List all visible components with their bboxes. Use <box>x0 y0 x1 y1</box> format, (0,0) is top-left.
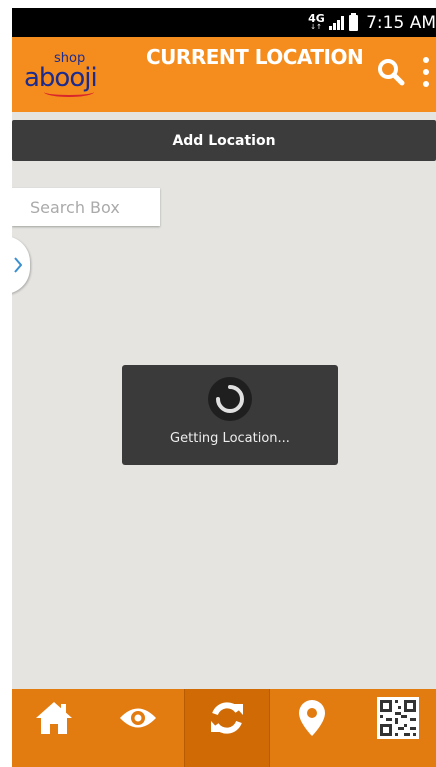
search-box[interactable] <box>12 188 160 226</box>
dot-icon <box>423 57 429 63</box>
status-bar: 4G ↓↑ 7:15 AM <box>12 8 436 37</box>
eye-icon <box>120 708 156 728</box>
chevron-right-icon <box>14 257 22 273</box>
status-time: 7:15 AM <box>366 12 436 33</box>
battery-icon <box>349 12 359 31</box>
search-icon <box>378 59 405 86</box>
bottom-nav-bar <box>12 689 436 767</box>
app-screen: 4G ↓↑ 7:15 AM shop abooji CURRENT LOCATIO… <box>12 8 436 767</box>
overflow-menu-button[interactable] <box>420 55 432 89</box>
spinner-icon <box>216 385 244 413</box>
app-logo[interactable]: shop abooji <box>24 49 116 97</box>
dot-icon <box>423 81 429 87</box>
nav-home-button[interactable] <box>12 689 96 747</box>
side-panel-toggle[interactable] <box>12 236 30 294</box>
qr-code-icon <box>377 697 419 739</box>
loading-message: Getting Location... <box>170 431 290 446</box>
home-icon <box>36 702 72 734</box>
loading-dialog: Getting Location... <box>122 365 338 465</box>
nav-qr-button[interactable] <box>356 689 436 747</box>
search-button[interactable] <box>376 57 406 87</box>
refresh-icon <box>211 702 243 734</box>
app-bar: shop abooji CURRENT LOCATION <box>12 37 436 112</box>
add-location-button[interactable]: Add Location <box>12 120 436 161</box>
signal-icon <box>329 15 345 30</box>
dot-icon <box>423 69 429 75</box>
search-input[interactable] <box>12 188 160 226</box>
logo-swoosh <box>44 87 94 97</box>
loading-spinner <box>208 377 252 421</box>
page-title: CURRENT LOCATION <box>146 45 364 69</box>
network-indicator: 4G ↓↑ <box>308 11 325 31</box>
nav-view-button[interactable] <box>96 689 180 747</box>
nav-refresh-button[interactable] <box>184 689 270 767</box>
map-pin-icon <box>299 700 325 736</box>
nav-location-button[interactable] <box>270 689 354 747</box>
